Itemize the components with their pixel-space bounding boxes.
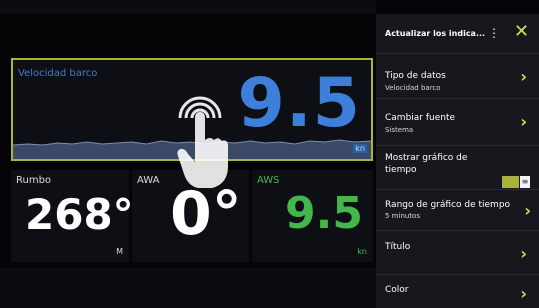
awa-label: AWA xyxy=(137,175,160,186)
bottom-strip xyxy=(0,268,376,308)
menu-item-label: Mostrar gráfico de tiempo xyxy=(385,153,468,175)
menu-item-label: Rango de gráfico de tiempo xyxy=(385,200,511,210)
top-bar xyxy=(0,0,376,14)
aws-unit: kn xyxy=(357,247,367,256)
chevron-right-icon: › xyxy=(520,244,527,263)
tap-gesture-icon xyxy=(177,96,228,188)
heading-label: Rumbo xyxy=(16,175,52,186)
menu-item-label: Color xyxy=(385,285,409,295)
aws-label: AWS xyxy=(257,175,280,186)
boat-speed-label: Velocidad barco xyxy=(18,68,98,79)
menu-header: Actualizar los indica... ⋮ ✕ xyxy=(376,14,539,54)
boat-speed-unit: kn xyxy=(353,144,367,153)
heading-unit: M xyxy=(116,247,123,256)
menu-item-label: Título xyxy=(385,242,411,252)
menu-item-sub: Velocidad barco xyxy=(385,84,441,92)
heading-value: 268° xyxy=(25,190,134,239)
chart-plotter-screen: Velocidad barco 9.5 kn Rumbo 268° M AWA … xyxy=(0,0,539,308)
time-graph-toggle[interactable]: ≡ xyxy=(502,176,530,188)
awa-value: 0° xyxy=(170,179,242,249)
menu-item-sub: 5 minutos xyxy=(385,212,420,220)
menu-item-sub: Sistema xyxy=(385,126,414,134)
menu-item-title[interactable]: Título › xyxy=(376,232,539,275)
menu-item-color[interactable]: Color › xyxy=(376,276,539,308)
chevron-right-icon: › xyxy=(524,201,531,220)
menu-title: Actualizar los indica... xyxy=(385,29,486,38)
menu-item-change-source[interactable]: Cambiar fuente Sistema › xyxy=(376,100,539,146)
chevron-right-icon: › xyxy=(520,112,527,131)
chevron-right-icon: › xyxy=(520,67,527,86)
menu-item-data-type[interactable]: Tipo de datos Velocidad barco › xyxy=(376,55,539,99)
aws-value: 9.5 xyxy=(285,188,363,239)
aws-gauge[interactable]: AWS 9.5 kn xyxy=(252,170,373,262)
toggle-on-track xyxy=(502,176,519,188)
more-options-icon[interactable]: ⋮ xyxy=(488,27,500,39)
gauge-settings-menu: Actualizar los indica... ⋮ ✕ Tipo de dat… xyxy=(376,14,539,308)
menu-item-graph-range[interactable]: Rango de gráfico de tiempo 5 minutos › xyxy=(376,191,539,231)
heading-gauge[interactable]: Rumbo 268° M xyxy=(11,170,134,262)
toggle-knob: ≡ xyxy=(520,176,530,188)
menu-item-label: Cambiar fuente xyxy=(385,113,456,123)
chevron-right-icon: › xyxy=(520,284,527,303)
menu-item-label: Tipo de datos xyxy=(385,71,446,81)
close-icon[interactable]: ✕ xyxy=(514,23,529,41)
